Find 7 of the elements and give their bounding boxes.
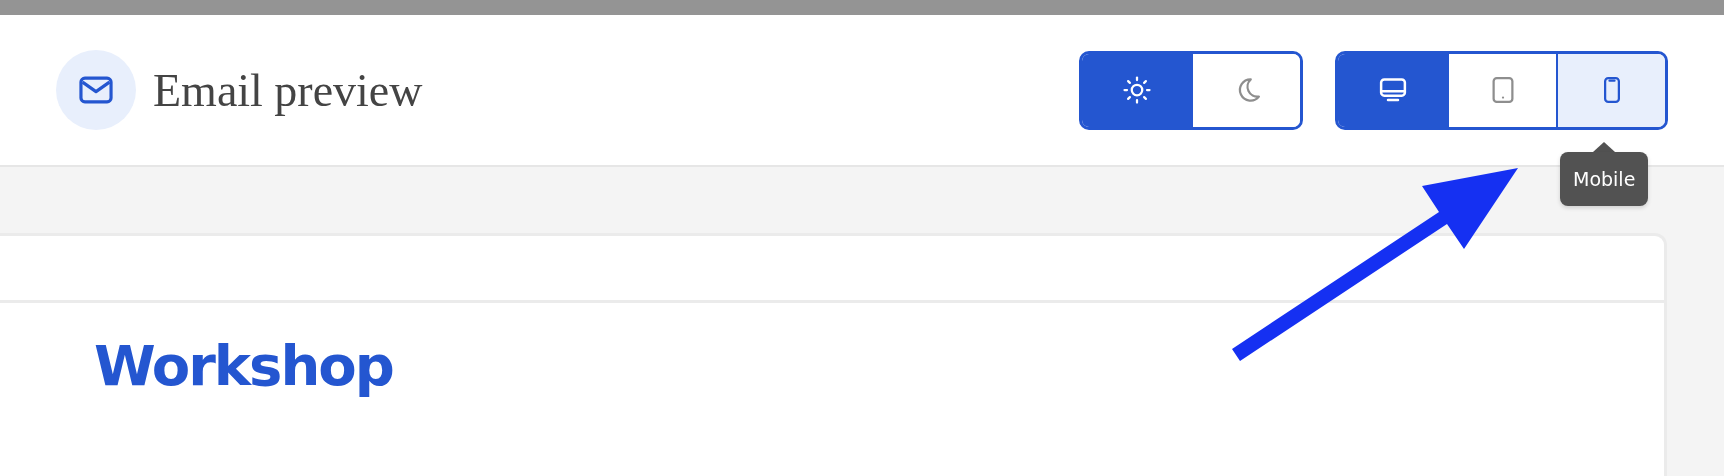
- desktop-view-button[interactable]: [1338, 53, 1447, 127]
- sun-icon: [1121, 75, 1152, 105]
- brand-logo: Workshop: [94, 333, 393, 398]
- dark-mode-button[interactable]: [1191, 53, 1300, 127]
- tooltip: Mobile: [1560, 142, 1649, 206]
- mobile-view-button[interactable]: [1556, 53, 1665, 127]
- page-title: Email preview: [153, 63, 423, 117]
